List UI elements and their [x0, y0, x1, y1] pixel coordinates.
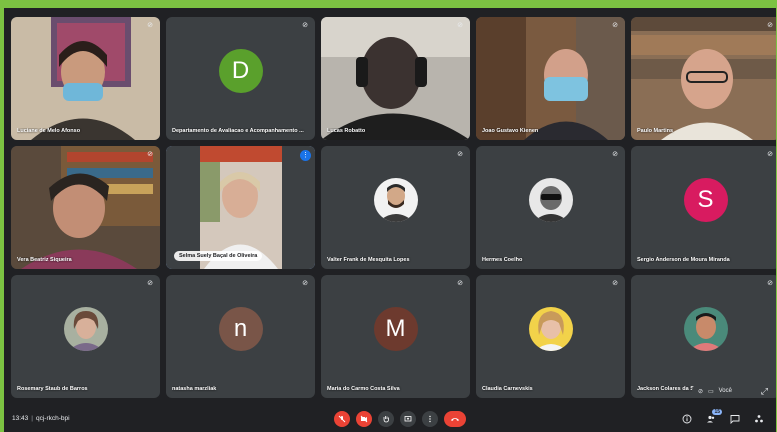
- meeting-window: ⊘ Luciane de Melo Afonso D ⊘ Departament…: [4, 8, 776, 432]
- participant-name: Luciane de Melo Afonso: [17, 128, 81, 134]
- profile-photo-avatar: [528, 177, 573, 222]
- participant-name: Claudia Carnevskis: [482, 386, 533, 392]
- participant-name: Vera Beatriz Siqueira: [17, 257, 72, 263]
- activities-icon: [755, 415, 763, 423]
- participant-name: Rosemary Staub de Barros: [17, 386, 88, 392]
- participant-tile[interactable]: ⊘ Claudia Carnevskis: [476, 275, 625, 398]
- participant-avatar: n: [218, 306, 263, 351]
- participant-tile[interactable]: ⊘ Valter Frank de Mesquita Lopes: [321, 146, 470, 269]
- participant-tile[interactable]: D ⊘ Departamento de Avaliacao e Acompanh…: [166, 17, 315, 140]
- profile-photo-avatar: [528, 306, 573, 351]
- present-button[interactable]: [400, 411, 416, 427]
- meeting-time: 13:43: [12, 415, 29, 422]
- participant-name: Selma Suely Baçal de Oliveira: [174, 251, 263, 261]
- self-view-toggle[interactable]: ⊘ ▭ Você: [691, 384, 738, 398]
- profile-photo-avatar: [63, 306, 108, 351]
- speaking-indicator-icon: ⋮: [300, 150, 311, 161]
- mic-off-icon: ⊘: [697, 388, 703, 395]
- separator: |: [31, 415, 33, 422]
- participant-name: natasha marzliak: [172, 386, 217, 392]
- mic-off-icon: ⊘: [612, 151, 618, 158]
- mic-off-icon: ⊘: [612, 22, 618, 29]
- participant-video: [11, 17, 160, 140]
- participant-tile-active[interactable]: ⋮ Selma Suely Baçal de Oliveira: [166, 146, 315, 269]
- participant-name: Paulo Martins: [637, 128, 674, 134]
- mic-off-icon: ⊘: [767, 280, 773, 287]
- raise-hand-button[interactable]: [378, 411, 394, 427]
- participant-name: Hermes Coelho: [482, 257, 523, 263]
- participant-video: [11, 146, 160, 269]
- participants-button[interactable]: 15: [704, 409, 722, 426]
- participant-tile[interactable]: ⊘ Jackson Colares da Silva: [631, 275, 776, 398]
- hang-up-icon: [451, 418, 459, 421]
- participant-tile[interactable]: ⊘ Joao Gustavo Kienen: [476, 17, 625, 140]
- chat-icon: [730, 415, 740, 424]
- participant-video: [321, 17, 470, 140]
- hand-icon: [383, 416, 389, 423]
- mic-off-icon: ⊘: [767, 151, 773, 158]
- mic-off-icon: ⊘: [457, 22, 463, 29]
- participant-avatar: D: [218, 48, 263, 93]
- participant-tile[interactable]: n ⊘ natasha marzliak: [166, 275, 315, 398]
- leave-call-button[interactable]: [444, 411, 466, 427]
- camera-toggle-button[interactable]: [356, 411, 372, 427]
- participant-avatar: M: [373, 306, 418, 351]
- participant-name: Maria do Carmo Costa Silva: [327, 386, 400, 392]
- mic-off-icon: ⊘: [612, 280, 618, 287]
- participant-tile[interactable]: ⊘ Rosemary Staub de Barros: [11, 275, 160, 398]
- mic-off-icon: ⊘: [147, 280, 153, 287]
- participant-video: [631, 17, 776, 140]
- participant-tile[interactable]: S ⊘ Sergio Anderson de Moura Miranda: [631, 146, 776, 269]
- participant-tile[interactable]: ⊘ Luciane de Melo Afonso: [11, 17, 160, 140]
- bottom-toolbar: 13:43 | qcj-rkch-bpi 15: [4, 408, 776, 432]
- self-view-label: Você: [718, 388, 732, 394]
- meeting-code: qcj-rkch-bpi: [35, 415, 70, 422]
- mic-off-icon: ⊘: [147, 151, 153, 158]
- mic-off-icon: ⊘: [767, 22, 773, 29]
- meeting-details: 13:43 | qcj-rkch-bpi: [12, 415, 70, 422]
- participant-name: Sergio Anderson de Moura Miranda: [637, 257, 730, 263]
- profile-photo-avatar: [373, 177, 418, 222]
- profile-photo-avatar: [683, 306, 728, 351]
- side-panel-controls: 15: [680, 409, 766, 426]
- participant-tile[interactable]: ⊘ Paulo Martins: [631, 17, 776, 140]
- camera-off-icon: ▭: [707, 388, 714, 395]
- mic-off-icon: ⊘: [457, 280, 463, 287]
- participant-tile[interactable]: ⊘ Lucas Robatto: [321, 17, 470, 140]
- participant-name: Lucas Robatto: [327, 128, 366, 134]
- participant-name: Joao Gustavo Kienen: [482, 128, 539, 134]
- mic-off-icon: ⊘: [302, 280, 308, 287]
- present-screen-icon: [404, 416, 412, 422]
- call-controls: [334, 411, 466, 427]
- participant-grid: ⊘ Luciane de Melo Afonso D ⊘ Departament…: [11, 17, 776, 398]
- mic-off-icon: ⊘: [457, 151, 463, 158]
- more-vert-icon: [429, 415, 431, 423]
- meeting-info-button[interactable]: [680, 412, 694, 426]
- participant-tile[interactable]: M ⊘ Maria do Carmo Costa Silva: [321, 275, 470, 398]
- expand-icon[interactable]: ⤢: [761, 386, 768, 397]
- participant-tile[interactable]: ⊘ Hermes Coelho: [476, 146, 625, 269]
- participant-count-badge: 15: [712, 409, 722, 415]
- camera-off-icon: [360, 415, 368, 423]
- mic-off-icon: [338, 415, 346, 423]
- mic-toggle-button[interactable]: [334, 411, 350, 427]
- activities-button[interactable]: [752, 412, 766, 426]
- more-options-button[interactable]: [422, 411, 438, 427]
- participant-video: [476, 17, 625, 140]
- participant-avatar: S: [683, 177, 728, 222]
- participant-tile[interactable]: ⊘ Vera Beatriz Siqueira: [11, 146, 160, 269]
- participant-name: Valter Frank de Mesquita Lopes: [327, 257, 410, 263]
- info-icon: [682, 414, 692, 424]
- participant-name: Departamento de Avaliacao e Acompanhamen…: [172, 128, 304, 134]
- chat-button[interactable]: [728, 412, 742, 426]
- people-icon: [707, 415, 715, 423]
- mic-off-icon: ⊘: [302, 22, 308, 29]
- mic-off-icon: ⊘: [147, 22, 153, 29]
